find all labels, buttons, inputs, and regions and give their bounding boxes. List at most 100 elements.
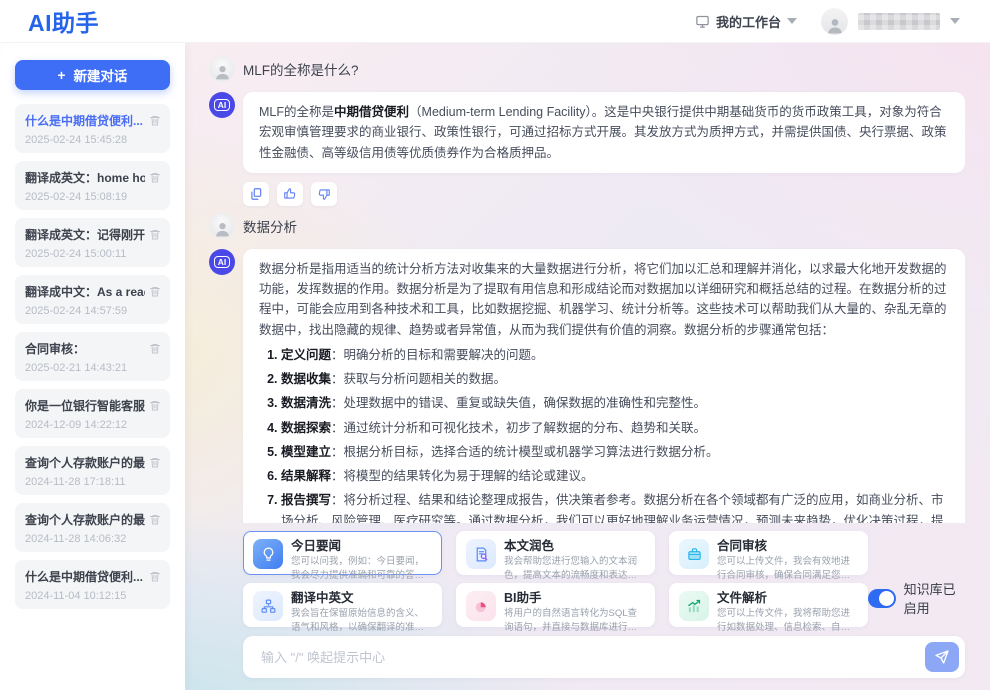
ai-message-row: AI 数据分析是指用适当的统计分析方法对收集来的大量数据进行分析，将它们加以汇总… <box>209 249 965 523</box>
user-avatar[interactable] <box>821 8 848 35</box>
step-text: 将模型的结果转化为易于理解的结论或建议。 <box>344 469 594 483</box>
knowledge-base-toggle[interactable]: 知识库已启用 <box>868 579 965 617</box>
feature-card-title: 合同审核 <box>717 538 858 554</box>
chevron-down-icon[interactable] <box>950 18 960 24</box>
polish-icon <box>466 539 496 569</box>
conversation-item[interactable]: 翻译成英文：home home 2025-02-24 15:08:19 <box>15 161 170 210</box>
conversation-time: 2024-12-09 14:22:12 <box>25 419 161 431</box>
feature-card-desc: 您可以上传文件，我将帮助您进行如数据处理、信息检索、自动化办公等。 <box>717 607 858 635</box>
conversation-item[interactable]: 翻译成英文：记得刚开始... 2025-02-24 15:00:11 <box>15 218 170 267</box>
conversation-time: 2025-02-24 14:57:59 <box>25 305 161 317</box>
new-chat-label: 新建对话 <box>73 65 127 85</box>
trash-icon[interactable] <box>149 342 161 355</box>
conversation-title: 什么是中期借贷便利... <box>25 568 145 585</box>
plus-icon: + <box>58 68 66 83</box>
step-label: 数据清洗 <box>281 396 331 410</box>
conversation-time: 2024-11-28 17:18:11 <box>25 476 161 488</box>
toggle-on-icon[interactable] <box>868 589 896 608</box>
copy-button[interactable] <box>243 182 269 206</box>
feature-card[interactable]: 今日要闻 您可以问我，例如：今日要闻，我会尽力提供准确和可靠的答案。 <box>243 531 442 575</box>
step-separator: ： <box>331 421 344 435</box>
feature-card-desc: 您可以问我，例如：今日要闻，我会尽力提供准确和可靠的答案。 <box>291 555 432 583</box>
trash-icon[interactable] <box>149 285 161 298</box>
step-label: 模型建立 <box>281 445 331 459</box>
conversation-title: 翻译成中文：As a reader... <box>25 283 145 300</box>
feature-card[interactable]: BI助手 将用户的自然语言转化为SQL查询语句，并直接与数据库进行交互，返回智能… <box>456 583 655 627</box>
knowledge-base-label: 知识库已启用 <box>904 579 965 617</box>
step-separator: ： <box>331 469 344 483</box>
user-message-row: 数据分析 <box>209 213 965 239</box>
new-chat-button[interactable]: + 新建对话 <box>15 60 170 90</box>
copy-icon <box>249 187 263 201</box>
step-label: 数据收集 <box>281 372 331 386</box>
trash-icon[interactable] <box>149 456 161 469</box>
message-input[interactable] <box>259 649 925 666</box>
conversation-item[interactable]: 你是一位银行智能客服，... 2024-12-09 14:22:12 <box>15 389 170 438</box>
step-separator: ： <box>331 396 344 410</box>
step-text: 根据分析目标，选择合适的统计模型或机器学习算法进行数据分析。 <box>344 445 719 459</box>
thumbs-up-button[interactable] <box>277 182 303 206</box>
app-window: AI助手 我的工作台 + 新建对话 什么是中期借贷便利... 2025-02-2… <box>0 0 990 690</box>
conversation-item[interactable]: 查询个人存款账户的最新... 2024-11-28 14:06:32 <box>15 503 170 552</box>
person-icon <box>213 62 232 81</box>
conversation-time: 2025-02-24 15:00:11 <box>25 248 161 260</box>
send-button[interactable] <box>925 642 959 672</box>
trash-icon[interactable] <box>149 228 161 241</box>
analysis-step: 报告撰写：将分析过程、结果和结论整理成报告，供决策者参考。数据分析在各个领域都有… <box>281 490 949 523</box>
step-text: 将分析过程、结果和结论整理成报告，供决策者参考。数据分析在各个领域都有广泛的应用… <box>281 493 944 523</box>
feature-card[interactable]: 合同审核 您可以上传文件，我会有效地进行合同审核，确保合同满足您的业务需求。 <box>669 531 868 575</box>
feature-card-title: BI助手 <box>504 590 645 606</box>
thumbs-down-icon <box>317 187 331 201</box>
conversation-item[interactable]: 翻译成中文：As a reader... 2025-02-24 14:57:59 <box>15 275 170 324</box>
step-text: 通过统计分析和可视化技术，初步了解数据的分布、趋势和关联。 <box>344 421 707 435</box>
main-area: MLF的全称是什么? AI MLF的全称是中期借贷便利（Medium-term … <box>185 42 990 690</box>
ai-message-bold: 中期借贷便利 <box>334 105 409 119</box>
feature-card-title: 今日要闻 <box>291 538 432 554</box>
feature-card[interactable]: 文件解析 您可以上传文件，我将帮助您进行如数据处理、信息检索、自动化办公等。 <box>669 583 868 627</box>
ai-avatar: AI <box>209 249 235 275</box>
trash-icon[interactable] <box>149 399 161 412</box>
feature-card-title: 本文润色 <box>504 538 645 554</box>
workspace-menu[interactable]: 我的工作台 <box>695 12 797 31</box>
conversation-time: 2024-11-28 14:06:32 <box>25 533 161 545</box>
conversation-item[interactable]: 什么是中期借贷便利... 2025-02-24 15:45:28 <box>15 104 170 153</box>
feature-card[interactable]: 翻译中英文 我会旨在保留原始信息的含义、语气和风格，以确保翻译的准确性和自然流畅… <box>243 583 442 627</box>
trash-icon[interactable] <box>149 114 161 127</box>
bulb-icon <box>253 539 283 569</box>
person-icon <box>213 219 232 238</box>
feature-section: 今日要闻 您可以问我，例如：今日要闻，我会尽力提供准确和可靠的答案。 本文润色 … <box>243 531 965 627</box>
conversation-title: 查询个人存款账户的最新... <box>25 511 145 528</box>
user-message-text: 数据分析 <box>243 216 297 236</box>
thumbs-up-icon <box>283 187 297 201</box>
analysis-steps: 定义问题：明确分析的目标和需要解决的问题。数据收集：获取与分析问题相关的数据。数… <box>259 345 949 523</box>
monitor-icon <box>695 14 710 29</box>
ai-message-intro: 数据分析是指用适当的统计分析方法对收集来的大量数据进行分析，将它们加以汇总和理解… <box>259 262 947 337</box>
conversation-item[interactable]: 合同审核： 2025-02-21 14:43:21 <box>15 332 170 381</box>
feature-card-desc: 我会帮助您进行您输入的文本润色，提高文本的流畅度和表达效果。 <box>504 555 645 583</box>
contract-icon <box>679 539 709 569</box>
top-header: AI助手 我的工作台 <box>0 0 990 43</box>
trash-icon[interactable] <box>149 513 161 526</box>
trash-icon[interactable] <box>149 171 161 184</box>
step-text: 明确分析的目标和需要解决的问题。 <box>344 348 544 362</box>
analysis-step: 结果解释：将模型的结果转化为易于理解的结论或建议。 <box>281 466 949 486</box>
message-actions <box>243 182 965 206</box>
conversation-time: 2024-11-04 10:12:15 <box>25 590 161 602</box>
step-text: 获取与分析问题相关的数据。 <box>344 372 507 386</box>
paper-plane-icon <box>934 649 950 665</box>
conversation-item[interactable]: 什么是中期借贷便利... 2024-11-04 10:12:15 <box>15 560 170 609</box>
thumbs-down-button[interactable] <box>311 182 337 206</box>
feature-card-desc: 将用户的自然语言转化为SQL查询语句，并直接与数据库进行交互，返回智能推荐的图表… <box>504 607 645 635</box>
conversation-title: 翻译成英文：home home <box>25 169 145 186</box>
feature-card[interactable]: 本文润色 我会帮助您进行您输入的文本润色，提高文本的流畅度和表达效果。 <box>456 531 655 575</box>
conversation-item[interactable]: 查询个人存款账户的最新... 2024-11-28 17:18:11 <box>15 446 170 495</box>
conversation-title: 你是一位银行智能客服，... <box>25 397 145 414</box>
conversation-time: 2025-02-24 15:45:28 <box>25 134 161 146</box>
ai-avatar: AI <box>209 92 235 118</box>
feature-cards: 今日要闻 您可以问我，例如：今日要闻，我会尽力提供准确和可靠的答案。 本文润色 … <box>243 531 868 627</box>
step-label: 报告撰写 <box>281 493 331 507</box>
conversation-title: 什么是中期借贷便利... <box>25 112 145 129</box>
trash-icon[interactable] <box>149 570 161 583</box>
chevron-down-icon <box>787 18 797 24</box>
user-message-avatar <box>209 56 235 82</box>
